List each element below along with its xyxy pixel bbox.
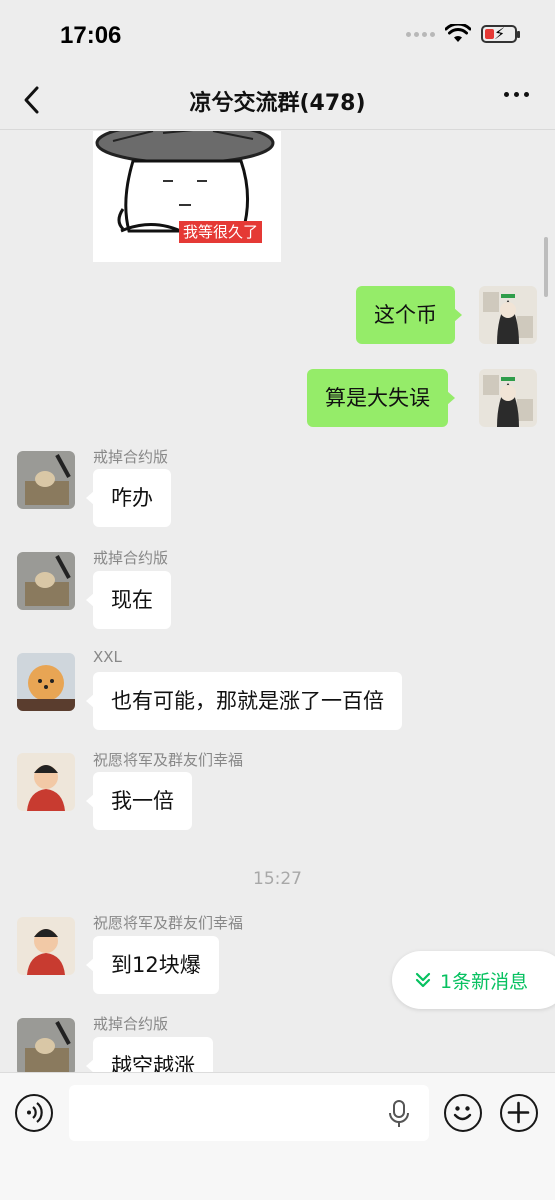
avatar-member[interactable] bbox=[17, 451, 75, 509]
battery-icon: ⚡ bbox=[481, 24, 520, 43]
avatar-dog-image bbox=[17, 451, 75, 509]
time-divider: 15:27 bbox=[253, 869, 302, 889]
avatar-member[interactable] bbox=[17, 552, 75, 610]
status-bar: 17:06 ⚡ bbox=[0, 0, 555, 70]
cellular-signal-icon bbox=[406, 31, 435, 37]
avatar-member[interactable] bbox=[17, 1018, 75, 1072]
double-chevron-down-icon bbox=[415, 972, 431, 988]
emoji-icon bbox=[453, 1106, 472, 1121]
sender-name: 戒掉合约版 bbox=[93, 448, 169, 466]
avatar-self-image bbox=[479, 286, 537, 344]
more-dots-icon bbox=[504, 92, 509, 97]
avatar-dog-image bbox=[17, 552, 75, 610]
avatar-self[interactable] bbox=[479, 369, 537, 427]
chat-title: 凉兮交流群(478) bbox=[189, 91, 366, 116]
message-bubble-self[interactable]: 这个币 bbox=[356, 286, 462, 344]
message-bubble[interactable]: 咋办 bbox=[86, 469, 171, 527]
sender-name: XXL bbox=[93, 648, 122, 666]
message-list[interactable]: 我等很久了 这个币 算是大失误 戒掉合约版 咋办 戒掉合约版 现在 XXL 也有… bbox=[0, 131, 555, 1072]
message-bubble[interactable]: 到12块爆 bbox=[86, 936, 219, 994]
avatar-child-image bbox=[17, 753, 75, 811]
new-messages-label: 1条新消息 bbox=[440, 970, 529, 993]
avatar-member[interactable] bbox=[17, 653, 75, 711]
more-options-button[interactable] bbox=[504, 92, 529, 97]
scrollbar[interactable] bbox=[544, 237, 548, 297]
message-bubble[interactable]: 现在 bbox=[86, 571, 171, 629]
avatar-member[interactable] bbox=[17, 753, 75, 811]
input-bar bbox=[0, 1072, 555, 1200]
chat-header: 凉兮交流群(478) bbox=[0, 70, 555, 130]
avatar-child-image bbox=[17, 917, 75, 975]
voice-icon bbox=[27, 1102, 43, 1123]
plus-icon bbox=[507, 1101, 530, 1124]
sender-name: 祝愿将军及群友们幸福 bbox=[93, 751, 244, 769]
sticker-caption: 我等很久了 bbox=[179, 221, 263, 243]
avatar-member[interactable] bbox=[17, 917, 75, 975]
avatar-self-image bbox=[479, 369, 537, 427]
message-bubble[interactable]: 越空越涨 bbox=[86, 1037, 213, 1072]
voice-toggle-button[interactable] bbox=[15, 1094, 53, 1132]
emoji-button[interactable] bbox=[444, 1094, 482, 1132]
mic-icon[interactable] bbox=[387, 1099, 411, 1129]
message-bubble-self[interactable]: 算是大失误 bbox=[307, 369, 455, 427]
avatar-dog-image bbox=[17, 1018, 75, 1072]
wifi-icon bbox=[445, 24, 471, 42]
plus-button[interactable] bbox=[500, 1094, 538, 1132]
message-bubble[interactable]: 我一倍 bbox=[86, 772, 192, 830]
new-messages-button[interactable]: 1条新消息 bbox=[392, 951, 555, 1009]
status-icons: ⚡ bbox=[406, 24, 520, 44]
message-input[interactable] bbox=[69, 1085, 429, 1141]
message-bubble[interactable]: 也有可能，那就是涨了一百倍 bbox=[86, 672, 402, 730]
sender-name: 戒掉合约版 bbox=[93, 549, 169, 567]
status-time: 17:06 bbox=[60, 22, 122, 49]
sender-name: 戒掉合约版 bbox=[93, 1015, 169, 1033]
sender-name: 祝愿将军及群友们幸福 bbox=[93, 914, 244, 932]
avatar-pomeranian-image bbox=[17, 653, 75, 711]
sticker-message[interactable]: 我等很久了 bbox=[93, 131, 281, 262]
avatar-self[interactable] bbox=[479, 286, 537, 344]
